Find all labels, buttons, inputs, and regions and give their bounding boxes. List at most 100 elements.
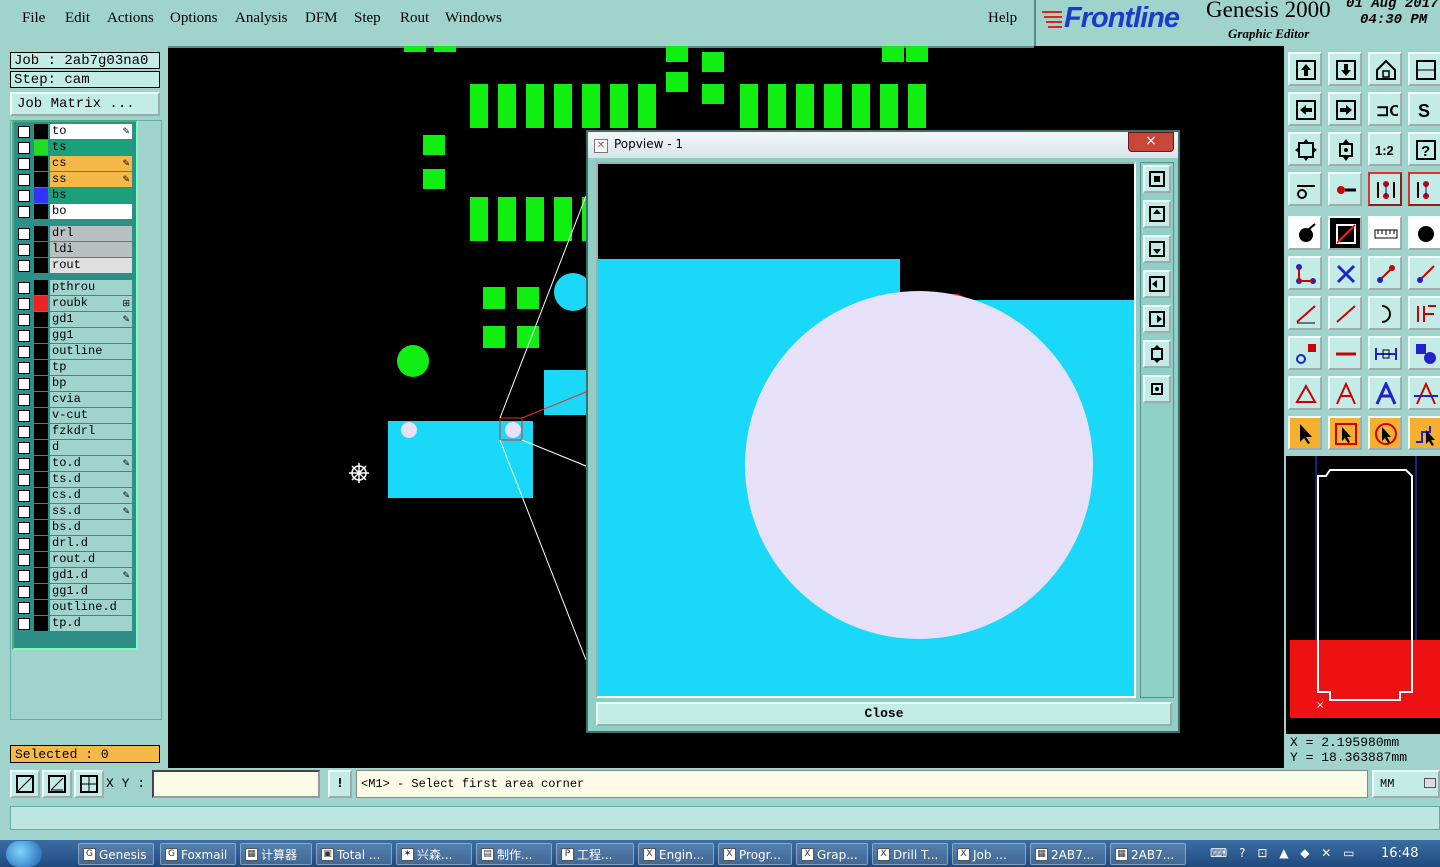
layer-row[interactable]: cs.d ✎ — [16, 488, 132, 503]
layer-checkbox[interactable] — [18, 538, 30, 550]
layer-row[interactable]: rout — [16, 258, 132, 273]
layer-checkbox[interactable] — [18, 474, 30, 486]
layer-color-swatch[interactable] — [34, 392, 48, 407]
layer-checkbox[interactable] — [18, 522, 30, 534]
pv-zoom-center-button[interactable] — [1143, 375, 1171, 403]
layer-color-swatch[interactable] — [34, 440, 48, 455]
layer-name[interactable]: cvia — [50, 392, 132, 407]
layer-row[interactable]: bs — [16, 188, 132, 203]
layer-row[interactable]: ss.d ✎ — [16, 504, 132, 519]
pv-pan-up-button[interactable] — [1143, 200, 1171, 228]
taskbar-button[interactable]: ▣ Total ... — [316, 843, 392, 865]
layer-checkbox[interactable] — [18, 362, 30, 374]
menu-file[interactable]: File — [22, 10, 45, 27]
pv-pan-right-button[interactable] — [1143, 305, 1171, 333]
layer-checkbox[interactable] — [18, 410, 30, 422]
layer-name[interactable]: roubk — [50, 296, 132, 311]
layer-name[interactable]: bp — [50, 376, 132, 391]
layer-color-swatch[interactable] — [34, 520, 48, 535]
layer-row[interactable]: d — [16, 440, 132, 455]
layer-row[interactable]: tp.d — [16, 616, 132, 631]
layer-color-swatch[interactable] — [34, 584, 48, 599]
layer-checkbox[interactable] — [18, 458, 30, 470]
popview-canvas[interactable] — [596, 162, 1136, 698]
layer-row[interactable]: bo — [16, 204, 132, 219]
taskbar-button[interactable]: ▤ 制作... — [476, 843, 552, 865]
layer-color-swatch[interactable] — [34, 226, 48, 241]
layer-color-swatch[interactable] — [34, 204, 48, 219]
layer-name[interactable]: cs — [50, 156, 132, 171]
status-tool-1-button[interactable] — [10, 770, 40, 798]
layer-color-swatch[interactable] — [34, 344, 48, 359]
layer-name[interactable]: bo — [50, 204, 132, 219]
pad-button[interactable] — [1288, 216, 1322, 250]
layer-name[interactable]: bs — [50, 188, 132, 203]
layer-color-swatch[interactable] — [34, 258, 48, 273]
taskbar-button[interactable]: X Progr... — [718, 843, 792, 865]
layer-checkbox[interactable] — [18, 282, 30, 294]
layer-name[interactable]: ts — [50, 140, 132, 155]
pan-right-button[interactable] — [1328, 92, 1362, 126]
layer-checkbox[interactable] — [18, 174, 30, 186]
menu-analysis[interactable]: Analysis — [235, 10, 288, 27]
layer-name[interactable]: ss.d — [50, 504, 132, 519]
popview-titlebar[interactable]: ✕ Popview - 1 × — [588, 132, 1178, 158]
layer-name[interactable]: ldi — [50, 242, 132, 257]
layer-checkbox[interactable] — [18, 394, 30, 406]
layer-checkbox[interactable] — [18, 206, 30, 218]
layer-color-swatch[interactable] — [34, 488, 48, 503]
taskbar-button[interactable]: P 工程... — [556, 843, 634, 865]
tray-icons[interactable]: ⌨ ? ⊡ ▲ ◆ ✕ ▭ — [1210, 846, 1358, 860]
layer-checkbox[interactable] — [18, 298, 30, 310]
taskbar-button[interactable]: X Grap... — [796, 843, 868, 865]
home-view-button[interactable] — [1288, 52, 1322, 86]
layer-checkbox[interactable] — [18, 442, 30, 454]
zoom-fit-button[interactable] — [1288, 132, 1322, 166]
ruler-button[interactable] — [1368, 216, 1402, 250]
popview-close-x[interactable]: × — [1128, 132, 1174, 152]
pv-pan-left-button[interactable] — [1143, 270, 1171, 298]
layer-color-swatch[interactable] — [34, 296, 48, 311]
connect-button[interactable] — [1408, 296, 1440, 330]
layer-color-swatch[interactable] — [34, 472, 48, 487]
pan-left-button[interactable] — [1288, 92, 1322, 126]
layer-checkbox[interactable] — [18, 586, 30, 598]
layer-row[interactable]: cs ✎ — [16, 156, 132, 171]
layer-color-swatch[interactable] — [34, 600, 48, 615]
shapes-button[interactable] — [1408, 336, 1440, 370]
layer-row[interactable]: v-cut — [16, 408, 132, 423]
layer-row[interactable]: rout.d — [16, 552, 132, 567]
layer-row[interactable]: ss ✎ — [16, 172, 132, 187]
layer-name[interactable]: tp — [50, 360, 132, 375]
pv-zoom-fit-button[interactable] — [1143, 340, 1171, 368]
layer-name[interactable]: gd1.d — [50, 568, 132, 583]
layer-checkbox[interactable] — [18, 228, 30, 240]
layer-color-swatch[interactable] — [34, 188, 48, 203]
layer-color-swatch[interactable] — [34, 424, 48, 439]
layer-name[interactable]: tp.d — [50, 616, 132, 631]
help-button[interactable]: ? — [1408, 132, 1440, 166]
layer-name[interactable]: cs.d — [50, 488, 132, 503]
layer-color-swatch[interactable] — [34, 328, 48, 343]
layer-name[interactable]: outline — [50, 344, 132, 359]
layer-checkbox[interactable] — [18, 490, 30, 502]
layer-checkbox[interactable] — [18, 618, 30, 630]
arc-button[interactable] — [1368, 296, 1402, 330]
layer-row[interactable]: gd1.d ✎ — [16, 568, 132, 583]
layer-row[interactable]: drl.d — [16, 536, 132, 551]
layer-row[interactable]: drl — [16, 226, 132, 241]
layer-color-swatch[interactable] — [34, 242, 48, 257]
layer-color-swatch[interactable] — [34, 408, 48, 423]
taskbar-button[interactable]: G Foxmail — [160, 843, 236, 865]
layer-name[interactable]: rout — [50, 258, 132, 273]
taskbar-button[interactable]: ✶ 兴森... — [396, 843, 472, 865]
layer-color-swatch[interactable] — [34, 616, 48, 631]
menu-help[interactable]: Help — [988, 10, 1017, 27]
layer-checkbox[interactable] — [18, 570, 30, 582]
layer-name[interactable]: d — [50, 440, 132, 455]
layer-row[interactable]: tp — [16, 360, 132, 375]
measure-button[interactable] — [1288, 172, 1322, 206]
layer-row[interactable]: cvia — [16, 392, 132, 407]
home-button[interactable] — [1368, 52, 1402, 86]
layer-row[interactable]: outline — [16, 344, 132, 359]
